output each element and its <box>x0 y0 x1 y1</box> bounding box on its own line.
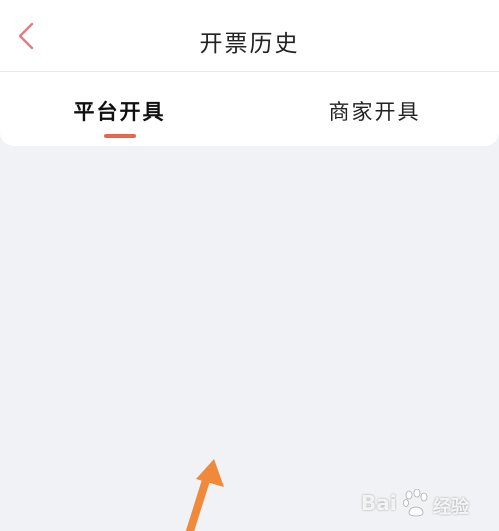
tab-label: 平台开具 <box>73 100 166 124</box>
watermark-text: Bai <box>361 491 397 515</box>
baidu-jingyan-watermark: Bai 经验 <box>361 487 491 521</box>
app-header: 开票历史 <box>0 0 499 72</box>
tab-platform-issued[interactable]: 平台开具 <box>0 72 249 146</box>
tab-bar: 平台开具 商家开具 <box>0 72 499 146</box>
page-title: 开票历史 <box>199 31 300 57</box>
tab-merchant-issued[interactable]: 商家开具 <box>250 72 499 146</box>
paw-icon <box>403 489 428 517</box>
invoice-history-list <box>0 146 499 531</box>
active-tab-indicator <box>104 134 136 138</box>
watermark-text: 经验 <box>433 497 469 518</box>
tab-label: 商家开具 <box>328 100 421 124</box>
annotation-arrow-icon <box>186 459 224 531</box>
